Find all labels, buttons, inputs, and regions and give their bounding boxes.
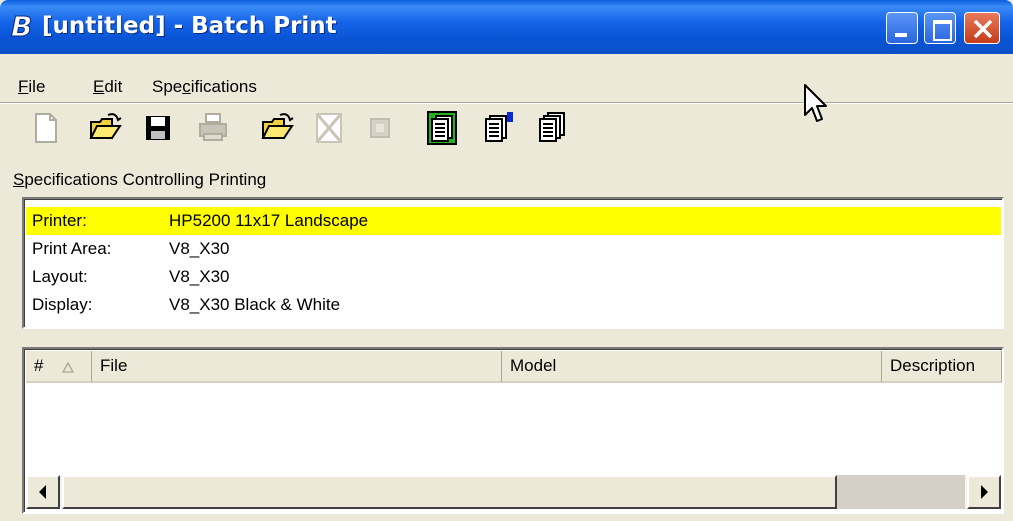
print-icon (199, 113, 227, 141)
file-list[interactable]: # File Model Description (22, 347, 1004, 514)
menu-separator (0, 102, 1013, 104)
spec-row-print-area[interactable]: Print Area: V8_X30 (26, 235, 1001, 263)
specifications-list[interactable]: Printer: HP5200 11x17 Landscape Print Ar… (22, 197, 1004, 329)
new-button[interactable] (30, 108, 62, 148)
spec-row-printer[interactable]: Printer: HP5200 11x17 Landscape (26, 207, 1001, 235)
toolbar (0, 108, 700, 154)
title-bar[interactable]: B [untitled] - Batch Print (0, 0, 1013, 54)
column-header-file[interactable]: File (92, 351, 502, 383)
window-title: [untitled] - Batch Print (42, 13, 337, 39)
svg-text:B: B (11, 12, 32, 40)
disabled-square-button[interactable] (364, 108, 396, 148)
menu-bar: File Edit Specifications (0, 72, 1013, 100)
spec-key: Print Area: (32, 239, 112, 258)
app-icon: B (11, 12, 33, 40)
disabled-square-icon (370, 118, 390, 138)
spec-key: Printer: (32, 211, 87, 230)
close-icon (973, 20, 993, 38)
spec-value: V8_X30 (169, 267, 230, 286)
print-multiple-icon (539, 112, 565, 142)
close-button[interactable] (964, 12, 1000, 44)
spec-row-layout[interactable]: Layout: V8_X30 (26, 263, 1001, 291)
save-icon (146, 116, 170, 140)
save-button[interactable] (142, 108, 174, 148)
menu-edit[interactable]: Edit (93, 77, 122, 97)
spec-key: Layout: (32, 267, 88, 286)
spec-row-display[interactable]: Display: V8_X30 Black & White (26, 291, 1001, 319)
spec-value: V8_X30 Black & White (169, 295, 341, 314)
spec-key: Display: (32, 295, 93, 314)
spec-value: HP5200 11x17 Landscape (169, 211, 369, 230)
print-button[interactable] (196, 108, 228, 148)
column-header-description[interactable]: Description (882, 351, 1002, 383)
arrow-left-icon (39, 485, 46, 499)
maximize-button[interactable] (924, 12, 956, 44)
open-specification-icon (261, 113, 294, 139)
open-specification-button[interactable] (260, 108, 294, 148)
column-header-model[interactable]: Model (502, 351, 882, 383)
properties-icon (485, 112, 513, 142)
menu-specifications[interactable]: Specifications (152, 77, 257, 97)
open-button[interactable] (88, 108, 122, 148)
scroll-track[interactable] (837, 475, 965, 509)
column-header-number[interactable]: # (26, 351, 92, 383)
print-preview-button[interactable] (426, 108, 458, 148)
properties-button[interactable] (482, 108, 514, 148)
print-preview-icon (427, 111, 457, 145)
arrow-right-icon (981, 485, 988, 499)
horizontal-scrollbar[interactable] (26, 475, 1001, 509)
scroll-left-button[interactable] (26, 475, 60, 509)
mouse-cursor-icon (804, 84, 827, 122)
specifications-label: Specifications Controlling Printing (13, 170, 267, 189)
delete-button[interactable] (312, 108, 344, 148)
scroll-right-button[interactable] (967, 475, 1001, 509)
sort-ascending-icon (62, 362, 74, 373)
menu-file[interactable]: File (18, 77, 45, 97)
scroll-thumb[interactable] (62, 475, 837, 509)
delete-icon (316, 113, 342, 143)
open-folder-icon (89, 113, 122, 139)
new-document-icon (35, 113, 57, 143)
spec-value: V8_X30 (169, 239, 230, 258)
minimize-button[interactable] (886, 12, 918, 44)
print-multiple-button[interactable] (536, 108, 568, 148)
